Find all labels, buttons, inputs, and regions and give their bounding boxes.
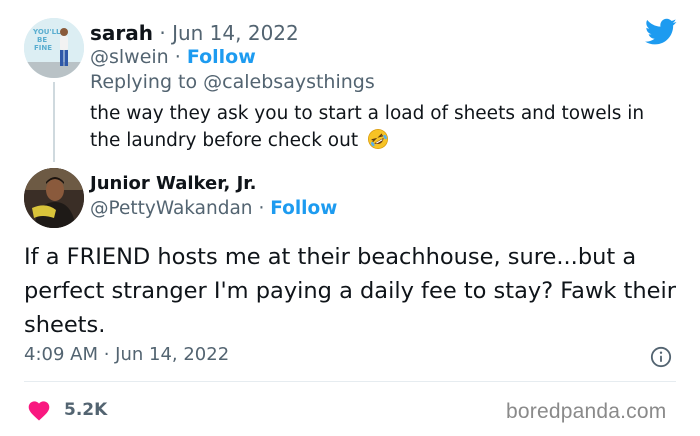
reply-display-name[interactable]: Junior Walker, Jr. bbox=[90, 173, 256, 194]
avatar-junior-walker[interactable] bbox=[24, 168, 84, 228]
parent-display-name[interactable]: sarah bbox=[90, 21, 153, 45]
replying-handle[interactable]: @calebsaysthings bbox=[203, 71, 375, 93]
thread-connector-line bbox=[53, 82, 55, 162]
parent-handle[interactable]: @slwein bbox=[90, 46, 169, 68]
watermark: boredpanda.com bbox=[506, 400, 667, 423]
replying-to-line: Replying to @calebsaysthings bbox=[90, 70, 375, 94]
reply-name-row: Junior Walker, Jr. bbox=[90, 172, 256, 196]
parent-date[interactable]: Jun 14, 2022 bbox=[172, 21, 299, 45]
footer-divider bbox=[24, 381, 676, 382]
parent-tweet-text: the way they ask you to start a load of … bbox=[90, 100, 680, 154]
replying-prefix: Replying to bbox=[90, 71, 198, 93]
parent-tweet-header: sarah · Jun 14, 2022 bbox=[90, 20, 299, 46]
heart-icon[interactable] bbox=[27, 399, 51, 421]
avatar-sarah[interactable]: YOU'LL BE FINE bbox=[24, 18, 84, 78]
parent-handle-row: @slwein · Follow bbox=[90, 45, 256, 69]
separator-dot: · bbox=[159, 21, 166, 45]
reply-handle-row: @PettyWakandan · Follow bbox=[90, 197, 337, 221]
parent-follow-button[interactable]: Follow bbox=[187, 46, 256, 68]
avatar-sarah-image: YOU'LL BE FINE bbox=[24, 18, 84, 78]
reply-handle[interactable]: @PettyWakandan bbox=[90, 198, 253, 219]
separator-dot: · bbox=[174, 46, 181, 68]
svg-text:FINE: FINE bbox=[34, 44, 52, 52]
svg-text:YOU'LL: YOU'LL bbox=[32, 28, 61, 36]
rolling-on-floor-laughing-emoji-icon bbox=[368, 129, 388, 149]
svg-text:BE: BE bbox=[37, 36, 47, 44]
separator-dot: · bbox=[258, 198, 265, 219]
twitter-bird-icon[interactable] bbox=[645, 18, 677, 46]
like-count: 5.2K bbox=[64, 400, 108, 420]
avatar-junior-walker-image bbox=[24, 168, 84, 228]
reply-timestamp[interactable]: 4:09 AM · Jun 14, 2022 bbox=[24, 343, 229, 367]
info-icon[interactable] bbox=[650, 346, 672, 368]
reply-tweet-text: If a FRIEND hosts me at their beachhouse… bbox=[24, 244, 676, 338]
reply-follow-button[interactable]: Follow bbox=[270, 198, 337, 219]
